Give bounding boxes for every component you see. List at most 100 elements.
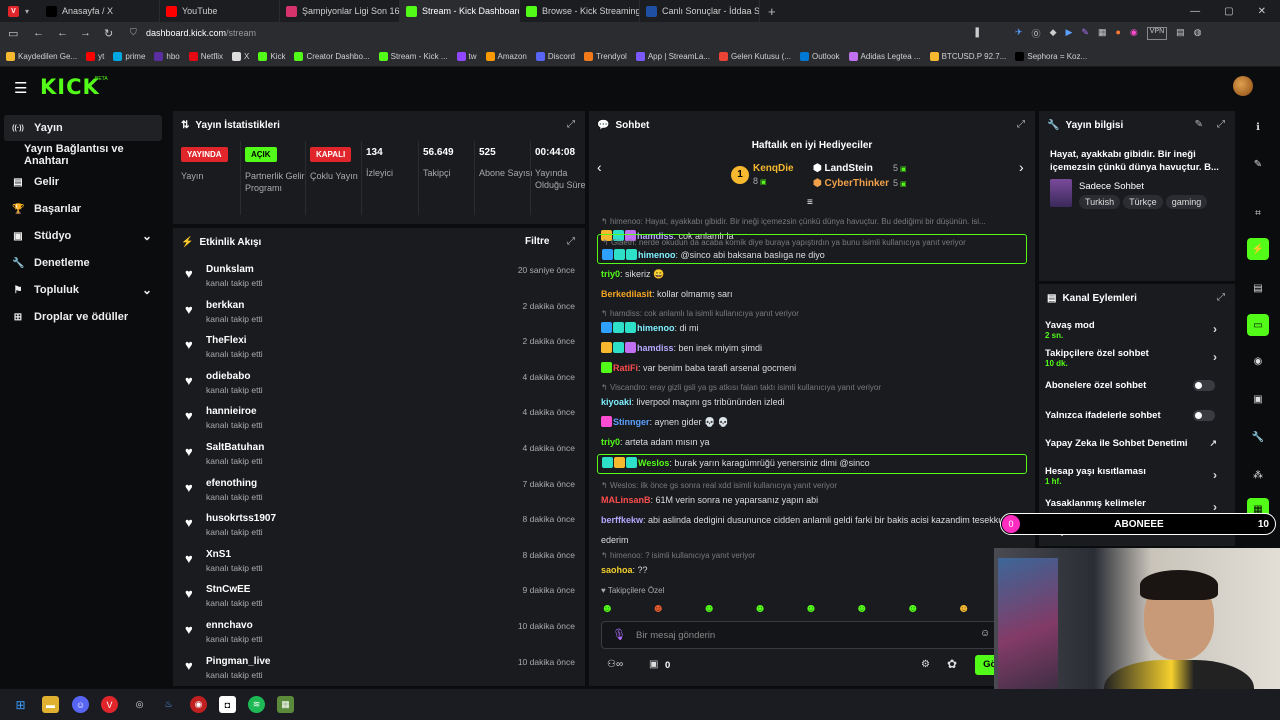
chat-username[interactable]: Weslos xyxy=(638,458,669,468)
chat-username[interactable]: himenoo xyxy=(638,250,676,260)
chevron-right-icon[interactable]: › xyxy=(1213,322,1217,336)
chevron-right-icon[interactable]: › xyxy=(1213,468,1217,482)
chevron-right-icon[interactable]: › xyxy=(1213,350,1217,364)
broadcast-icon[interactable]: ◉ xyxy=(1247,350,1269,372)
bookmark-item[interactable]: Kaydedilen Ge... xyxy=(6,52,77,61)
expand-icon[interactable]: ⤢ xyxy=(1217,119,1225,130)
bookmark-icon[interactable]: ❚ xyxy=(973,27,981,38)
bookmark-item[interactable]: Adidas Legtea ... xyxy=(848,52,921,61)
steam-icon[interactable]: ♨ xyxy=(160,696,177,713)
chat-username[interactable]: triy0 xyxy=(601,269,620,279)
emote-settings-icon[interactable]: ✿ xyxy=(947,657,957,671)
filter-button[interactable]: Filtre xyxy=(525,236,549,247)
chat-username[interactable]: MALinsanB xyxy=(601,495,651,505)
next-arrow-icon[interactable]: › xyxy=(1019,159,1024,175)
toggle-switch[interactable] xyxy=(1193,380,1215,391)
emote-icon[interactable]: ☻ xyxy=(957,601,970,615)
activity-item[interactable]: ♥ XnS1 kanalı takip etti 8 dakika önce xyxy=(173,547,583,583)
hamburger-menu-icon[interactable]: ☰ xyxy=(14,79,27,97)
chevron-right-icon[interactable]: › xyxy=(1213,500,1217,514)
bookmark-item[interactable]: Kick xyxy=(258,52,285,61)
activity-item[interactable]: ♥ Dunkslam kanalı takip etti 20 saniye önce xyxy=(173,262,583,298)
extension-icon[interactable]: ▦ xyxy=(1098,27,1107,40)
follower-name[interactable]: berkkan xyxy=(206,300,244,311)
activity-item[interactable]: ♥ hannieiroe kanalı takip etti 4 dakika önc… xyxy=(173,404,583,440)
browser-tab[interactable]: YouTube xyxy=(160,0,280,22)
chat-message[interactable]: RatiFi: var benim baba tarafi arsenal go… xyxy=(601,362,1029,374)
follower-name[interactable]: Pingman_live xyxy=(206,656,270,667)
emote-picker-icon[interactable]: ☺ xyxy=(980,628,990,639)
filter-lines-icon[interactable]: ≡ xyxy=(807,197,813,208)
profile-icon[interactable]: ◍ xyxy=(1194,27,1202,40)
follower-name[interactable]: husokrtss1907 xyxy=(206,513,276,524)
follower-name[interactable]: ennchavo xyxy=(206,620,253,631)
expand-icon[interactable]: ⤢ xyxy=(1017,119,1025,130)
follower-name[interactable]: odiebabo xyxy=(206,371,250,382)
bookmark-item[interactable]: Netflix xyxy=(188,52,223,61)
bookmark-item[interactable]: X xyxy=(232,52,249,61)
chat-message[interactable]: himenoo: di mi xyxy=(601,322,1029,334)
chat-message[interactable]: Stinnger: aynen gider 💀 💀 xyxy=(601,416,1029,428)
emote-icon[interactable]: ☻ xyxy=(805,601,818,615)
extension-icon[interactable]: ⓪ xyxy=(1032,27,1041,40)
bookmark-item[interactable]: BTCUSD.P 92.7... xyxy=(929,52,1006,61)
extension-icon[interactable]: ◆ xyxy=(1050,27,1057,40)
chat-username[interactable]: saohoa xyxy=(601,565,633,575)
wrench-icon[interactable]: 🔧 xyxy=(1247,426,1269,448)
bookmark-item[interactable]: tw xyxy=(456,52,477,61)
extension-icon[interactable]: ▶ xyxy=(1065,27,1072,40)
follower-name[interactable]: hannieiroe xyxy=(206,406,257,417)
chat-message[interactable]: triy0: arteta adam mısın ya xyxy=(601,436,1029,448)
sidebar-item[interactable]: ((·)) Yayın xyxy=(4,115,162,141)
emote-icon[interactable]: ☻ xyxy=(703,601,716,615)
bookmark-item[interactable]: Amazon xyxy=(485,52,527,61)
forward-icon[interactable]: → xyxy=(80,27,91,39)
chat-message-highlighted[interactable]: ↰ Glaeth: nerde okudun da acaba komik di… xyxy=(597,234,1027,264)
extension-icon[interactable]: ◉ xyxy=(1130,27,1138,40)
sidebar-item[interactable]: 🔧 Denetleme xyxy=(0,250,162,276)
bookmark-item[interactable]: App | StreamLa... xyxy=(635,52,710,61)
bookmark-item[interactable]: Outlook xyxy=(799,52,840,61)
back-arrow-icon[interactable]: ← xyxy=(57,27,68,39)
windows-start-icon[interactable]: ⊞ xyxy=(12,696,29,713)
spotify-icon[interactable]: ≋ xyxy=(248,696,265,713)
sidebar-item[interactable]: ⚑ Topluluk ⌄ xyxy=(0,277,162,303)
chat-message[interactable]: Berkedilasit: kollar olmamış sarı xyxy=(601,288,1029,300)
follower-name[interactable]: XnS1 xyxy=(206,549,231,560)
sidebar-item[interactable]: Yayın Bağlantısı ve Anahtarı xyxy=(0,142,162,168)
follower-name[interactable]: SaltBatuhan xyxy=(206,442,264,453)
crop-icon[interactable]: ⌗ xyxy=(1247,202,1269,224)
emote-icon[interactable]: ☻ xyxy=(652,601,665,615)
info-icon[interactable]: ℹ xyxy=(1247,116,1269,138)
chat-username[interactable]: berffkekw xyxy=(601,515,643,525)
emote-icon[interactable]: ☻ xyxy=(856,601,869,615)
app-icon[interactable]: ◎ xyxy=(131,696,148,713)
follower-name[interactable]: TheFlexi xyxy=(206,335,247,346)
chat-username[interactable]: kiyoaki xyxy=(601,397,632,407)
sidebar-item[interactable]: ⊞ Droplar ve ödüller xyxy=(0,304,162,330)
activity-item[interactable]: ♥ StnCwEE kanalı takip etti 9 dakika önce xyxy=(173,582,583,618)
document-icon[interactable]: ▤ xyxy=(1247,277,1269,299)
activity-item[interactable]: ♥ SaltBatuhan kanalı takip etti 4 dakika ön… xyxy=(173,440,583,476)
extension-icon[interactable]: ● xyxy=(1115,27,1120,40)
expand-icon[interactable]: ⤢ xyxy=(567,236,575,247)
tag-chip[interactable]: gaming xyxy=(1165,195,1208,209)
follower-name[interactable]: Dunkslam xyxy=(206,264,254,275)
browser-tab[interactable]: Browse - Kick Streaming xyxy=(520,0,640,22)
app-icon[interactable]: ◉ xyxy=(190,696,207,713)
chat-message[interactable]: hamdiss: ben inek miyim şimdi xyxy=(601,342,1029,354)
channel-action[interactable]: Yapay Zeka ile Sohbet Denetimi ↗ xyxy=(1045,438,1225,464)
share-icon[interactable]: ⁂ xyxy=(1247,464,1269,486)
external-link-icon[interactable]: ↗ xyxy=(1209,438,1217,449)
chat-message[interactable]: saohoa: ?? xyxy=(601,564,1029,576)
emote-icon[interactable]: ☻ xyxy=(906,601,919,615)
chat-message[interactable]: ederim xyxy=(601,534,1029,546)
close-icon[interactable]: ✕ xyxy=(1258,6,1266,17)
channel-action[interactable]: Abonelere özel sohbet xyxy=(1045,380,1225,406)
vpn-icon[interactable]: VPN xyxy=(1146,27,1168,40)
tag-chip[interactable]: Türkçe xyxy=(1123,195,1163,209)
chat-username[interactable]: hamdiss xyxy=(637,343,674,353)
chevron-down-icon[interactable]: ⌄ xyxy=(142,229,152,243)
infinity-icon[interactable]: ⚇∞ xyxy=(607,659,623,670)
edit-pencil-icon[interactable]: ✎ xyxy=(1195,119,1203,130)
